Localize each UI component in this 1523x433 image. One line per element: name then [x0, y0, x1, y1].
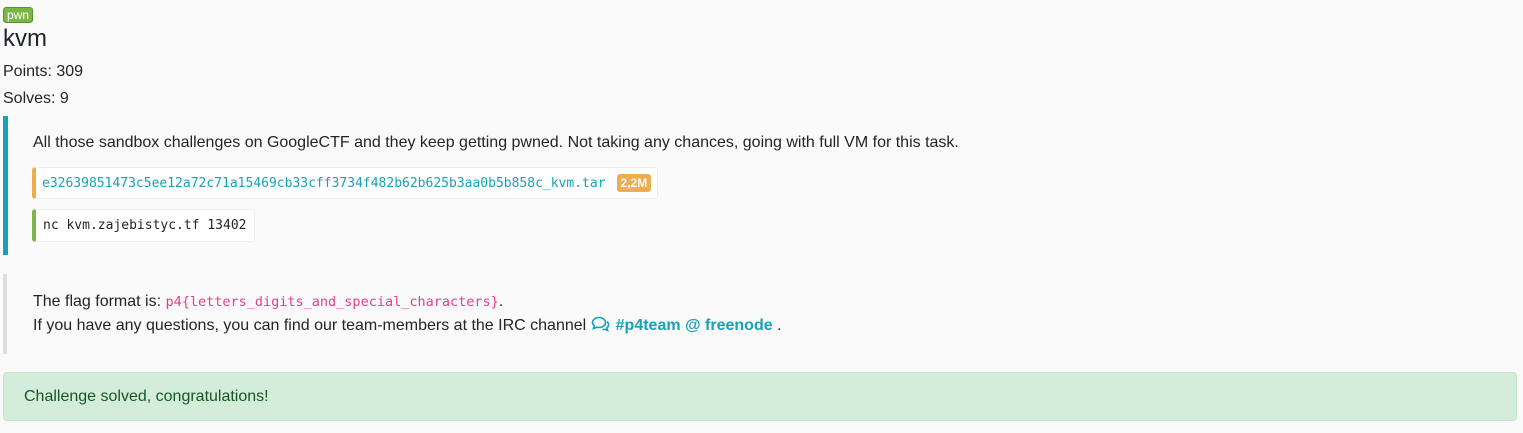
- solves-label: Solves: 9: [3, 90, 69, 107]
- challenge-title: kvm: [3, 25, 47, 52]
- flag-format-line: The flag format is: p4{letters_digits_an…: [33, 292, 503, 312]
- comments-icon: [591, 316, 610, 338]
- connection-info: nc kvm.zajebistyc.tf 13402: [32, 209, 255, 242]
- connection-command: nc kvm.zajebistyc.tf 13402: [43, 218, 247, 233]
- flag-format-suffix: .: [498, 293, 504, 310]
- description-text: All those sandbox challenges on GoogleCT…: [33, 134, 959, 151]
- file-download-link[interactable]: e32639851473c5ee12a72c71a15469cb33cff373…: [42, 176, 606, 191]
- irc-channel-link[interactable]: #p4team @ freenode: [591, 316, 773, 334]
- irc-line: If you have any questions, you can find …: [33, 316, 782, 338]
- challenge-page: pwn kvm Points: 309 Solves: 9 All those …: [0, 0, 1523, 433]
- flag-format-prefix: The flag format is:: [33, 293, 166, 310]
- category-badge: pwn: [3, 7, 34, 23]
- points-label: Points: 309: [3, 63, 84, 80]
- file-download: e32639851473c5ee12a72c71a15469cb33cff373…: [32, 167, 659, 199]
- irc-suffix: .: [772, 317, 782, 334]
- file-size-badge: 2,2M: [616, 174, 652, 192]
- flag-info-block: The flag format is: p4{letters_digits_an…: [3, 274, 1523, 354]
- flag-format-code: p4{letters_digits_and_special_characters…: [165, 294, 499, 310]
- success-message: Challenge solved, congratulations!: [24, 388, 269, 405]
- irc-channel-label: #p4team @ freenode: [615, 317, 773, 334]
- success-alert: Challenge solved, congratulations!: [3, 372, 1517, 421]
- description-block: All those sandbox challenges on GoogleCT…: [3, 116, 1523, 255]
- irc-question-text: If you have any questions, you can find …: [33, 317, 591, 334]
